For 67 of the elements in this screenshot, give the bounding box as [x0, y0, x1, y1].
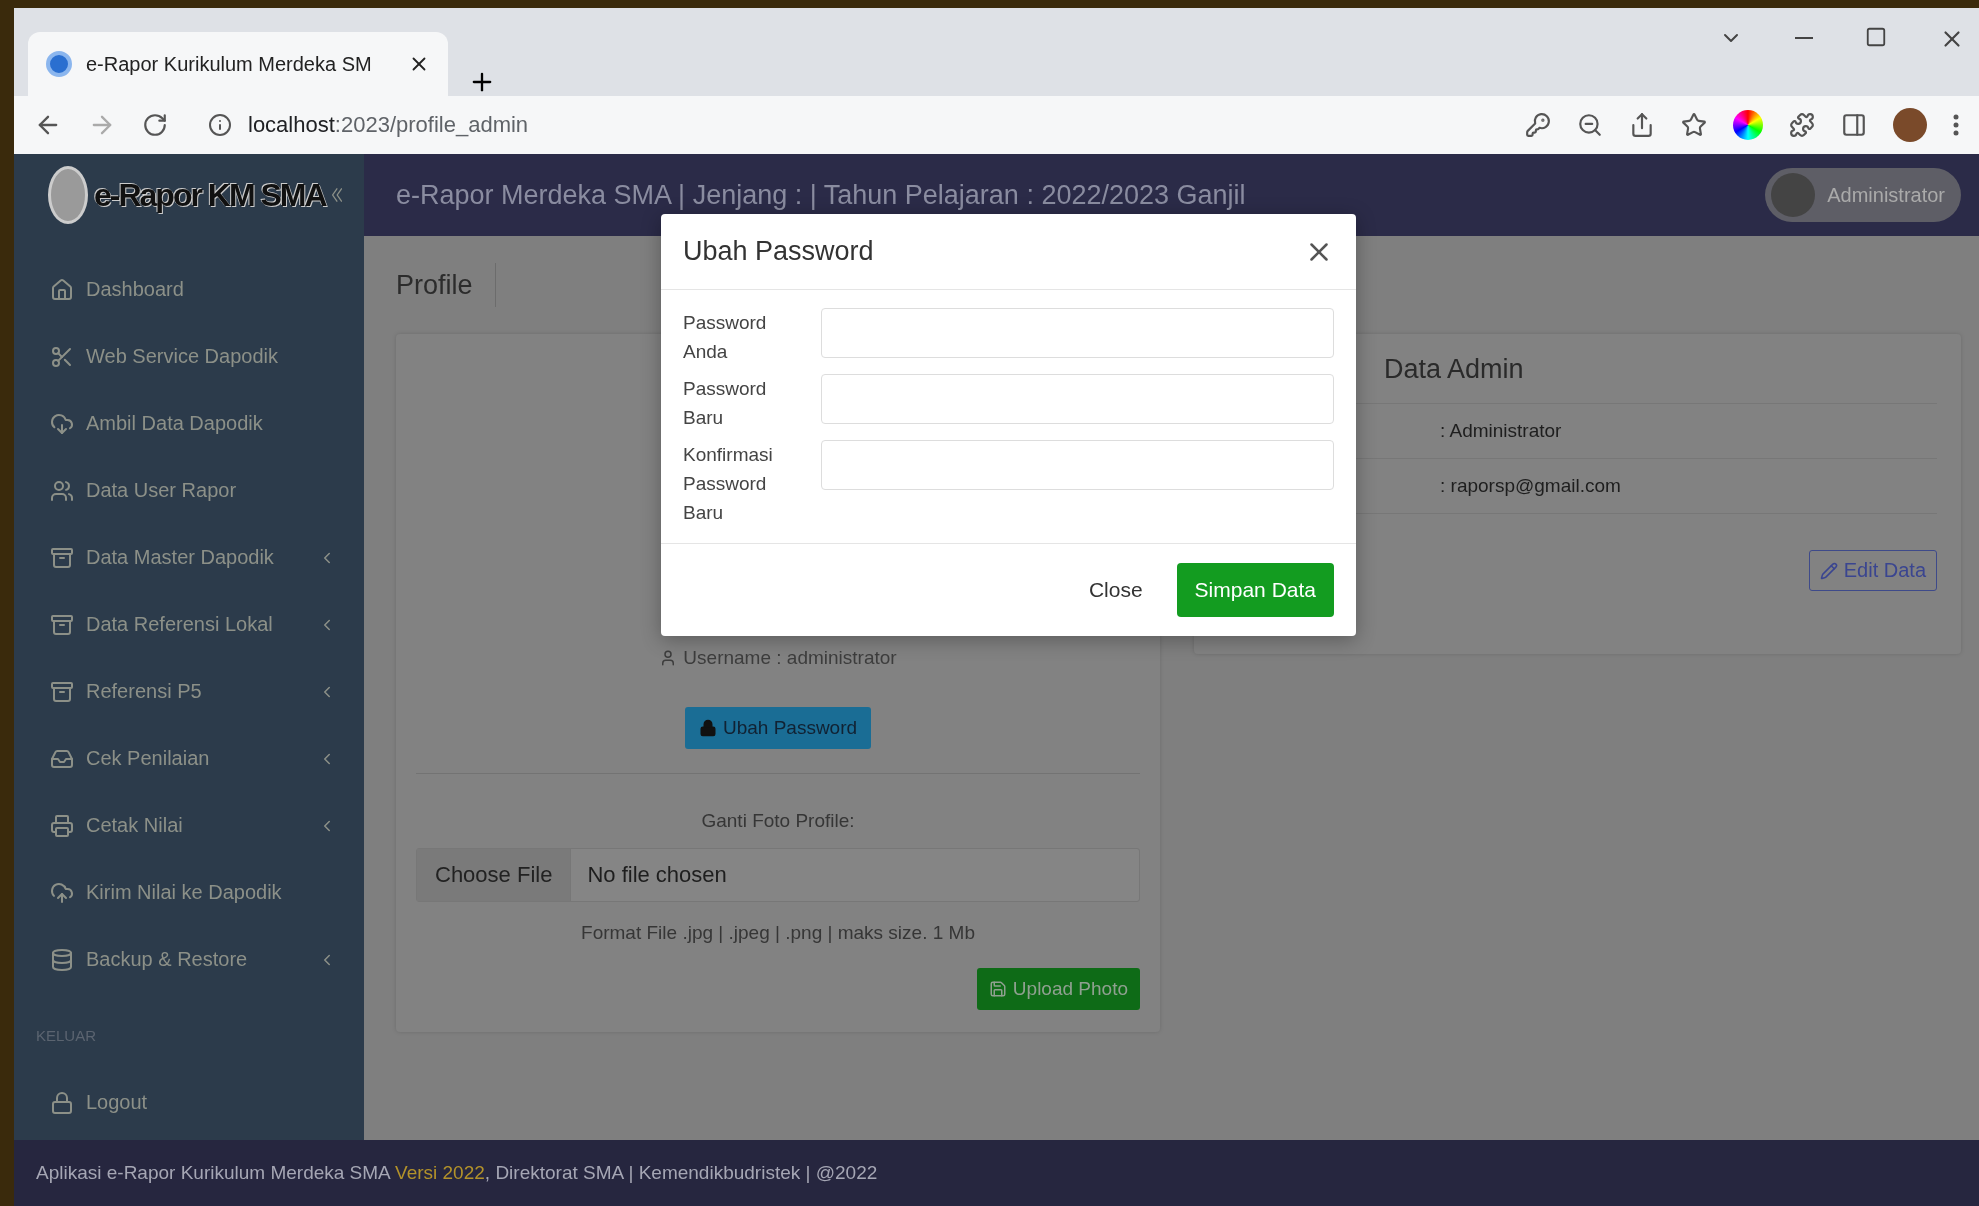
upload-photo-button[interactable]: Upload Photo	[976, 968, 1140, 1010]
pencil-icon	[1819, 561, 1838, 580]
key-icon	[1525, 112, 1551, 138]
field-label: Password Baru	[683, 377, 768, 430]
zoom-out-icon	[1577, 112, 1603, 138]
password-field[interactable]	[821, 374, 1334, 424]
page-title: Profile	[396, 263, 496, 307]
lock-icon	[50, 1090, 74, 1115]
logo-emblem-icon	[48, 166, 88, 224]
printer-icon	[50, 813, 74, 838]
field-label: Konfirmasi Password Baru	[683, 443, 774, 525]
sidebar-item[interactable]: Backup & Restore	[14, 926, 364, 993]
sidebar-item[interactable]: Web Service Dapodik	[14, 323, 364, 390]
sidebar-item[interactable]: Cetak Nilai	[14, 792, 364, 859]
url-text: localhost:2023/profile_admin	[248, 112, 529, 138]
save-icon	[988, 980, 1007, 998]
sidebar-item[interactable]: Data Master Dapodik	[14, 524, 364, 591]
color-wheel-icon[interactable]	[1733, 110, 1763, 140]
close-button[interactable]: Close	[1082, 577, 1149, 603]
footer-text: Aplikasi e-Rapor Kurikulum Merdeka SMA	[36, 1162, 392, 1184]
lock-icon	[698, 719, 717, 737]
save-button[interactable]: Simpan Data	[1176, 563, 1334, 617]
avatar-icon	[1771, 173, 1816, 217]
footer-text: , Direktorat SMA | Kemendikbudristek | @2022	[484, 1162, 878, 1184]
version-text: Versi 2022	[395, 1162, 485, 1184]
sidebar-item[interactable]: Data Referensi Lokal	[14, 591, 364, 658]
star-icon	[1681, 112, 1707, 138]
field-label: Password Anda	[683, 311, 768, 364]
users-icon	[50, 478, 74, 503]
password-field[interactable]	[821, 440, 1334, 490]
change-password-button[interactable]: Ubah Password	[684, 707, 872, 749]
side-panel-icon	[1841, 112, 1867, 138]
password-field[interactable]	[821, 308, 1334, 358]
file-input[interactable]: Choose File No file chosen	[416, 848, 1140, 902]
sidebar-item[interactable]: Kirim Nilai ke Dapodik	[14, 859, 364, 926]
archive-icon	[50, 545, 74, 570]
cloud-upload-icon	[50, 880, 74, 905]
header-title: e-Rapor Merdeka SMA | Jenjang : | Tahun Pelajaran : 2022/2023 Ganjil	[396, 179, 1246, 211]
app-logo-text: e-Rapor KM SMA	[94, 176, 326, 214]
archive-icon	[50, 612, 74, 637]
sidebar-item[interactable]: Cek Penilaian	[14, 725, 364, 792]
username-label: Username : administrator	[683, 647, 897, 669]
sidebar-item[interactable]: Logout	[14, 1069, 364, 1136]
profile-avatar[interactable]	[1893, 108, 1927, 142]
cloud-download-icon	[50, 411, 74, 436]
home-icon	[50, 277, 74, 302]
puzzle-icon	[1789, 112, 1815, 138]
sidebar-item[interactable]: Referensi P5	[14, 658, 364, 725]
user-menu[interactable]: Administrator	[1765, 168, 1961, 222]
sidebar-item[interactable]: Dashboard	[14, 256, 364, 323]
format-note: Format File .jpg | .jpeg | .png | maks size. 1 Mb	[581, 922, 975, 944]
favicon-icon	[46, 51, 72, 77]
browser-tab[interactable]: e-Rapor Kurikulum Merdeka SM	[28, 32, 448, 96]
choose-file-button[interactable]: Choose File	[417, 849, 572, 901]
menu-icon[interactable]	[1953, 114, 1959, 136]
database-icon	[50, 947, 74, 972]
maximize-icon	[1865, 26, 1887, 48]
share-icon	[1629, 112, 1655, 138]
archive-icon	[50, 679, 74, 704]
dialog-title: Ubah Password	[683, 236, 874, 267]
info-icon	[208, 113, 232, 137]
sidebar-item[interactable]: Data User Rapor	[14, 457, 364, 524]
photo-label: Ganti Foto Profile:	[701, 810, 855, 832]
sidebar-item[interactable]: Ambil Data Dapodik	[14, 390, 364, 457]
reload-icon	[142, 112, 168, 138]
edit-data-button[interactable]: Edit Data	[1808, 550, 1937, 591]
file-status-text: No file chosen	[586, 861, 727, 889]
